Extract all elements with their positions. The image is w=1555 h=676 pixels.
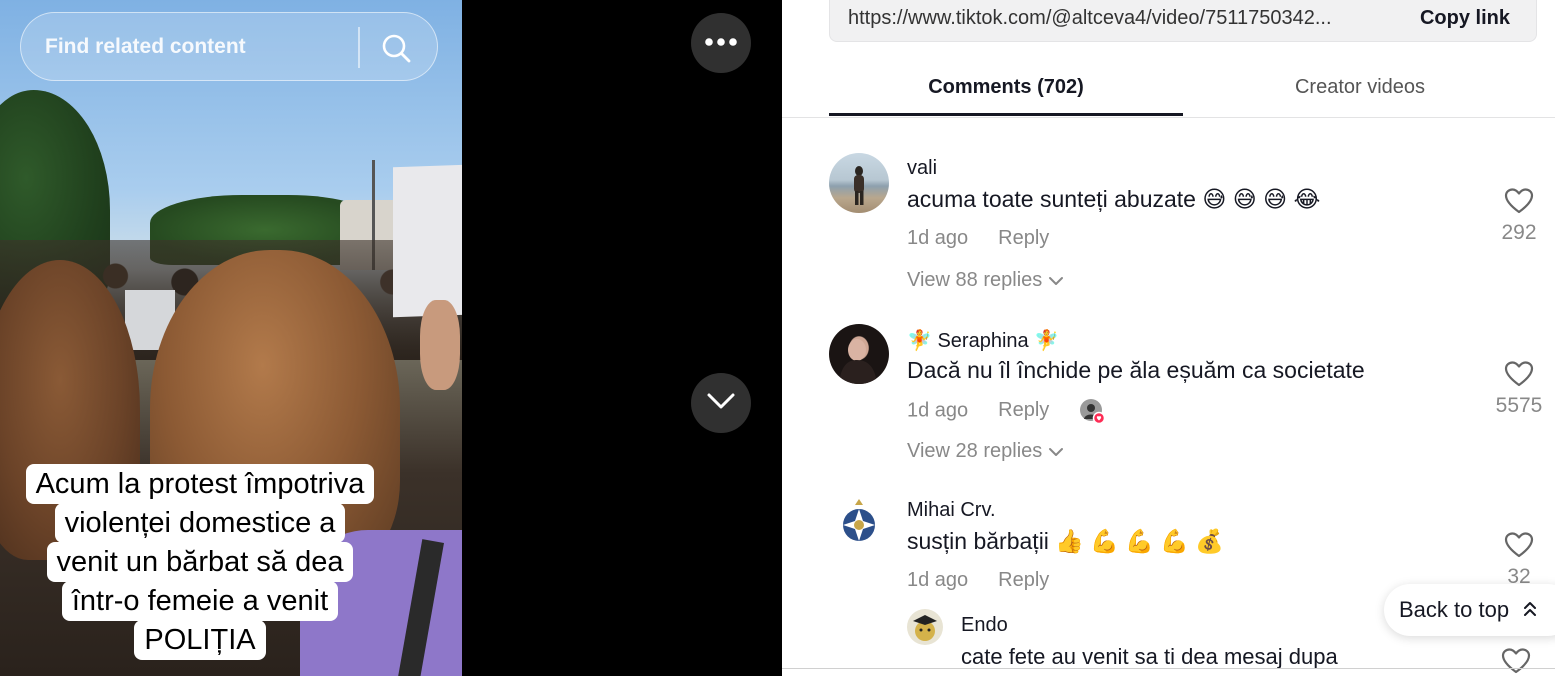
back-to-top-label: Back to top xyxy=(1399,597,1510,622)
like-button[interactable]: 5575 xyxy=(1489,360,1549,418)
comment-username[interactable]: 🧚 Seraphina 🧚 xyxy=(907,328,1059,353)
caption-line: Acum la protest împotriva xyxy=(25,464,375,504)
comment-meta: 1d ago Reply xyxy=(907,398,1106,425)
comment-text: Dacă nu îl închide pe ăla eșuăm ca socie… xyxy=(907,357,1365,383)
heart-icon xyxy=(1489,531,1549,559)
tab-comments[interactable]: Comments (702) xyxy=(829,58,1183,116)
panel-tabs: Comments (702) Creator videos xyxy=(829,58,1555,118)
comment-item: vali acuma toate sunteți abuzate 😅 😅 😅 😂… xyxy=(829,153,1555,303)
search-divider xyxy=(358,27,360,68)
comment-username[interactable]: Mihai Crv. xyxy=(907,499,996,522)
like-button[interactable]: 32 xyxy=(1489,531,1549,589)
comment-item: Mihai Crv. susțin bărbații 👍 💪 💪 💪 💰 1d … xyxy=(829,495,1555,674)
creator-liked-avatar xyxy=(1079,398,1106,425)
view-replies-label: View 28 replies xyxy=(907,440,1043,462)
caption-line: venit un bărbat să dea xyxy=(46,542,354,582)
double-chevron-up-icon xyxy=(1523,585,1537,637)
video-caption: Acum la protest împotriva violenței dome… xyxy=(0,464,400,660)
video-url[interactable]: https://www.tiktok.com/@altceva4/video/7… xyxy=(848,7,1388,30)
copy-link-button[interactable]: Copy link xyxy=(1420,7,1510,30)
avatar[interactable] xyxy=(907,609,943,645)
chevron-down-icon xyxy=(1048,440,1064,462)
caption-line: într-o femeie a venit xyxy=(61,581,339,621)
like-count: 5575 xyxy=(1495,394,1543,417)
reply-button[interactable]: Reply xyxy=(998,399,1049,421)
video-frame-sign xyxy=(393,164,462,318)
view-replies-button[interactable]: View 28 replies xyxy=(907,440,1064,463)
back-to-top-button[interactable]: Back to top xyxy=(1384,584,1555,636)
reply-text: cate fete au venit sa ti dea mesaj dupa xyxy=(961,644,1338,669)
tab-creator-videos[interactable]: Creator videos xyxy=(1183,58,1537,116)
avatar[interactable] xyxy=(829,495,889,555)
comments-panel: https://www.tiktok.com/@altceva4/video/7… xyxy=(782,0,1555,676)
view-replies-label: View 88 replies xyxy=(907,269,1043,291)
comment-time: 1d ago xyxy=(907,569,969,591)
comment-meta: 1d ago Reply xyxy=(907,569,1049,592)
caption-line: POLIȚIA xyxy=(134,620,266,660)
comment-text: susțin bărbații 👍 💪 💪 💪 💰 xyxy=(907,528,1225,554)
reply-button[interactable]: Reply xyxy=(998,227,1049,249)
chevron-down-icon xyxy=(706,392,736,415)
avatar[interactable] xyxy=(829,153,889,213)
video-player[interactable]: Find related content Acum la protest împ… xyxy=(0,0,462,676)
video-backdrop xyxy=(462,0,782,676)
next-video-button[interactable] xyxy=(691,373,751,433)
tiktok-video-page: Find related content Acum la protest împ… xyxy=(0,0,1555,676)
comment-meta: 1d ago Reply xyxy=(907,227,1049,250)
avatar[interactable] xyxy=(829,324,889,384)
comment-time: 1d ago xyxy=(907,227,969,249)
comment-time: 1d ago xyxy=(907,399,969,422)
like-count: 292 xyxy=(1501,221,1537,244)
share-link-bar: https://www.tiktok.com/@altceva4/video/7… xyxy=(829,0,1537,42)
find-related-search[interactable]: Find related content xyxy=(20,12,438,81)
heart-icon xyxy=(1489,360,1549,388)
tabs-divider xyxy=(782,117,1555,118)
search-placeholder[interactable]: Find related content xyxy=(45,35,246,59)
like-button[interactable]: 292 xyxy=(1489,187,1549,245)
reply-username[interactable]: Endo xyxy=(961,614,1008,637)
search-icon[interactable] xyxy=(379,31,413,65)
chevron-down-icon xyxy=(1048,269,1064,291)
reply-button[interactable]: Reply xyxy=(998,569,1049,591)
heart-icon[interactable] xyxy=(1501,647,1531,676)
caption-line: violenței domestice a xyxy=(54,503,346,543)
heart-icon xyxy=(1489,187,1549,215)
comment-item: 🧚 Seraphina 🧚 Dacă nu îl închide pe ăla … xyxy=(829,324,1555,474)
more-options-button[interactable] xyxy=(691,13,751,73)
panel-bottom-divider xyxy=(782,668,1555,669)
video-frame-detail xyxy=(420,300,460,390)
more-dots-icon xyxy=(704,34,738,52)
comment-username[interactable]: vali xyxy=(907,157,937,180)
comment-text: acuma toate sunteți abuzate 😅 😅 😅 😂 xyxy=(907,186,1321,212)
view-replies-button[interactable]: View 88 replies xyxy=(907,269,1064,292)
